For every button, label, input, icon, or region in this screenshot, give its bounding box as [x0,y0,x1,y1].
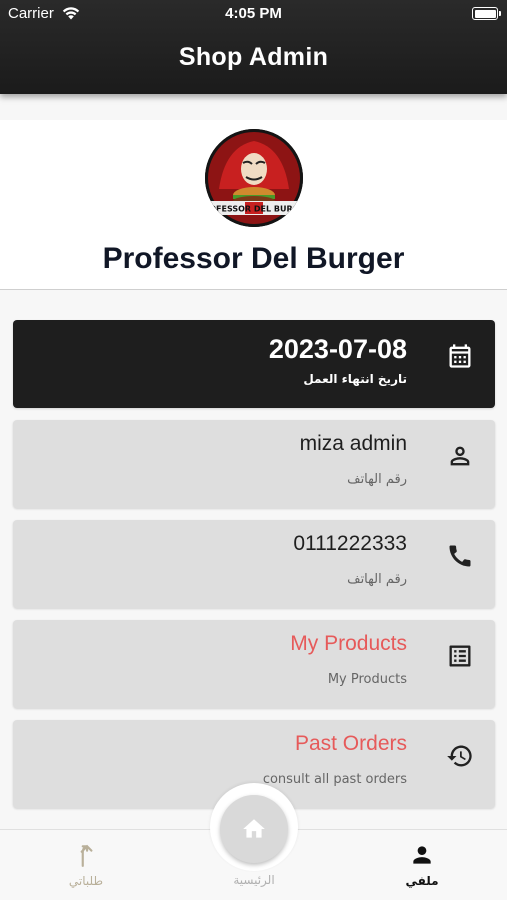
phone-card: 0111222333 رقم الهاتف [13,520,495,608]
calendar-icon [446,342,474,370]
nav-my-profile[interactable]: ملفي [372,842,472,888]
nav-my-orders[interactable]: طلباتي [36,842,136,888]
profile-section: PROFESSOR DEL BURGER Professor Del Burge… [0,120,507,290]
nav-my-profile-label: ملفي [405,874,439,888]
phone-label: رقم الهاتف [347,572,407,587]
my-products-card[interactable]: My Products My Products [13,620,495,708]
shop-logo-avatar: PROFESSOR DEL BURGER [205,129,303,227]
expiry-date-label: تاريخ انتهاء العمل [303,372,407,386]
person-icon [413,846,431,864]
expiry-date-card: 2023-07-08 تاريخ انتهاء العمل [13,320,495,408]
phone-value: 0111222333 [293,532,407,555]
home-button[interactable] [220,795,288,863]
page-title: Shop Admin [178,43,329,71]
person-icon [446,442,474,470]
my-products-title: My Products [290,632,407,655]
phone-icon [446,542,474,570]
user-name-label: رقم الهاتف [347,472,407,487]
nav-home-label: الرئيسية [233,873,275,887]
past-orders-subtitle: consult all past orders [262,772,407,787]
past-orders-title: Past Orders [294,732,407,755]
home-icon [243,819,265,838]
arrow-up-icon [80,844,93,867]
battery-icon [472,7,501,20]
clock: 4:05 PM [225,5,282,22]
user-name-value: miza admin [299,432,407,455]
app-header: Carrier 4:05 PM Shop Admin [0,0,507,94]
status-bar: Carrier 4:05 PM [0,0,507,28]
my-products-subtitle: My Products [327,672,407,687]
user-name-card: miza admin رقم الهاتف [13,420,495,508]
list-icon [446,642,474,670]
shop-name: Professor Del Burger [102,242,405,275]
expiry-date-value: 2023-07-08 [268,334,407,364]
nav-my-orders-label: طلباتي [68,874,104,888]
history-icon [446,742,474,770]
svg-text:PROFESSOR DEL BURGER: PROFESSOR DEL BURGER [205,205,303,214]
